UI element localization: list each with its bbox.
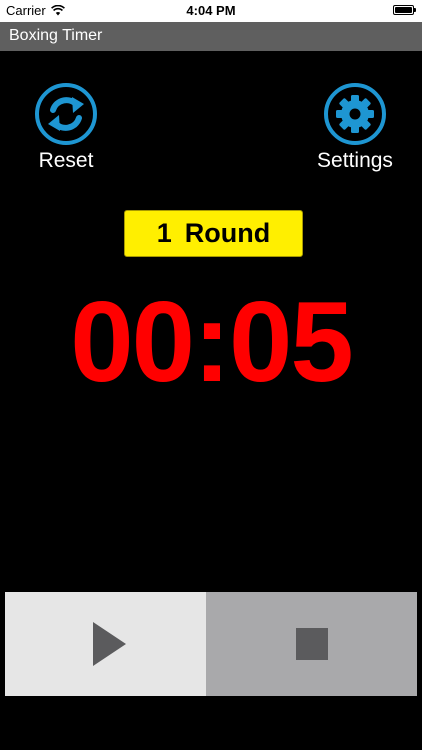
time-display: 00:05: [70, 279, 354, 406]
status-time: 4:04 PM: [186, 3, 236, 18]
reset-label: Reset: [38, 149, 94, 172]
reset-button[interactable]: Reset: [16, 82, 116, 173]
boxing-timer-screen: Carrier 4:04 PM Boxing Timer Reset Setti…: [0, 0, 422, 750]
refresh-icon: [35, 83, 97, 145]
status-bar: Carrier 4:04 PM: [0, 0, 422, 22]
battery-icon: [393, 5, 416, 15]
play-button[interactable]: [5, 592, 206, 696]
stop-button[interactable]: [206, 592, 417, 696]
settings-label: Settings: [317, 149, 393, 172]
round-label: Round: [184, 218, 271, 248]
settings-button[interactable]: Settings: [305, 82, 405, 173]
round-badge: 1 Round: [124, 210, 303, 257]
stop-icon: [295, 628, 328, 660]
gear-icon: [324, 83, 386, 145]
app-title: Boxing Timer: [9, 27, 103, 44]
round-number: 1: [156, 218, 172, 248]
title-bar: Boxing Timer: [0, 22, 422, 51]
battery-group: [393, 5, 416, 15]
play-icon: [93, 622, 126, 666]
